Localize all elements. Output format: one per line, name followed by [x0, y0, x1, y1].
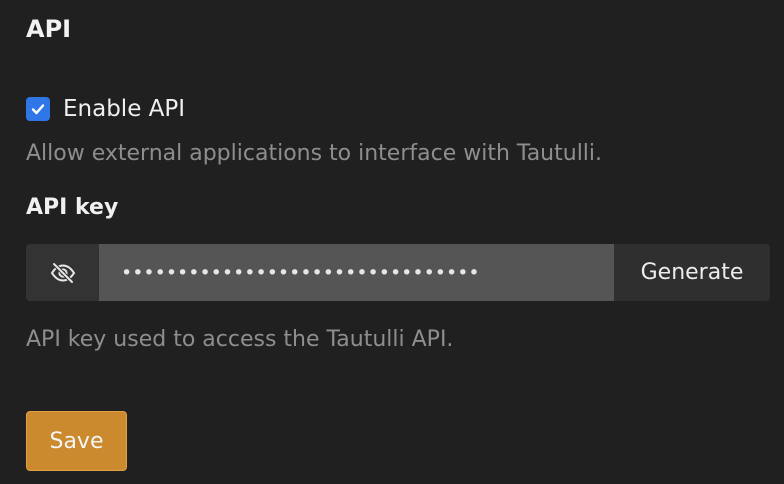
api-key-input-group: •••••••••••••••••••••••••••••••• Generat…	[26, 244, 770, 301]
generate-button[interactable]: Generate	[614, 244, 770, 301]
api-key-label: API key	[26, 195, 119, 220]
checkmark-icon	[31, 104, 45, 115]
section-title: API	[26, 15, 72, 43]
enable-api-description: Allow external applications to interface…	[26, 141, 603, 166]
save-button[interactable]: Save	[26, 411, 127, 471]
toggle-visibility-button[interactable]	[26, 244, 99, 301]
api-key-field[interactable]: ••••••••••••••••••••••••••••••••	[99, 244, 614, 301]
enable-api-checkbox[interactable]	[26, 97, 50, 121]
api-key-description: API key used to access the Tautulli API.	[26, 327, 454, 352]
enable-api-row: Enable API	[26, 94, 185, 124]
enable-api-label[interactable]: Enable API	[63, 94, 185, 124]
eye-slash-icon	[50, 262, 75, 283]
